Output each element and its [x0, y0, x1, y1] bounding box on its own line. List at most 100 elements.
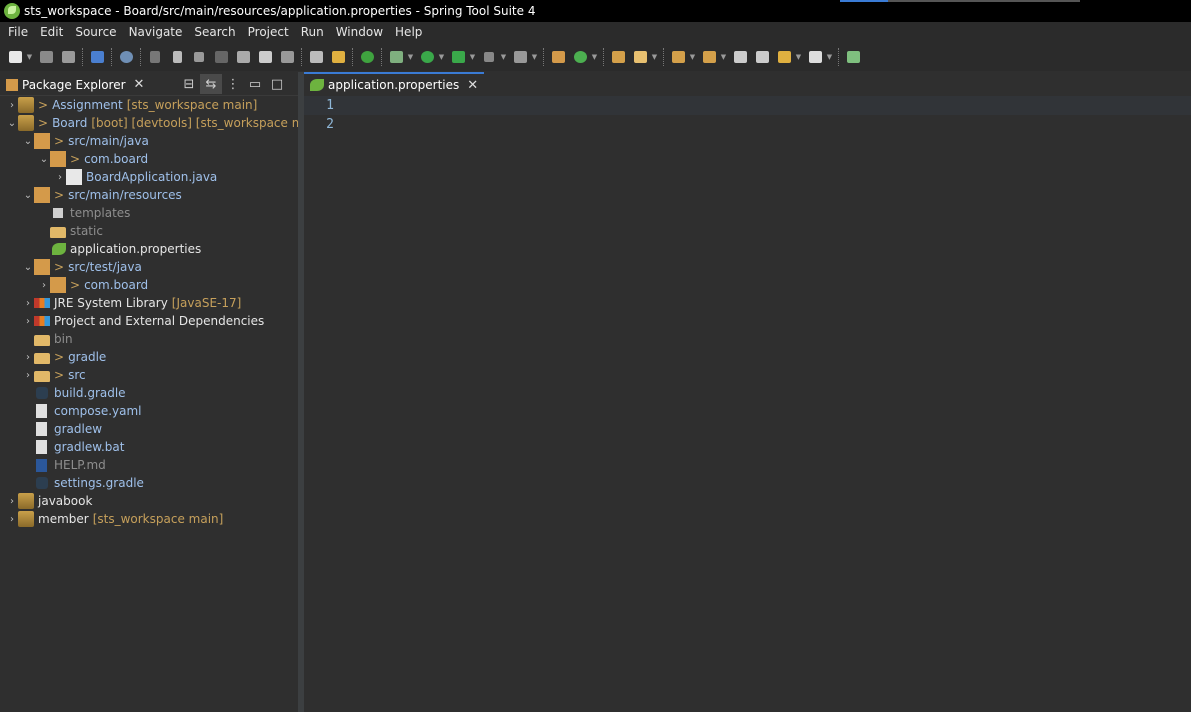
- menu-run[interactable]: Run: [295, 22, 330, 43]
- new-dropdown-arrow-icon[interactable]: ▼: [26, 48, 33, 66]
- last-edit-location-icon[interactable]: [731, 48, 749, 66]
- menu-search[interactable]: Search: [188, 22, 241, 43]
- use-step-filters-icon[interactable]: [329, 48, 347, 66]
- chevron-right-icon[interactable]: ›: [22, 348, 34, 366]
- debug-icon[interactable]: [387, 48, 405, 66]
- step-over-icon[interactable]: [256, 48, 274, 66]
- menu-project[interactable]: Project: [242, 22, 295, 43]
- coverage-icon[interactable]: [449, 48, 467, 66]
- chevron-right-icon[interactable]: ›: [6, 96, 18, 114]
- tree-item-javabook[interactable]: › javabook: [0, 492, 298, 510]
- tree-item-src-main-resources[interactable]: ⌄ > src/main/resources: [0, 186, 298, 204]
- chevron-right-icon[interactable]: ›: [38, 276, 50, 294]
- tab-package-explorer[interactable]: Package Explorer ✕: [0, 72, 150, 96]
- new-class-dropdown-arrow-icon[interactable]: ▼: [591, 48, 598, 66]
- debug-dropdown-arrow-icon[interactable]: ▼: [407, 48, 414, 66]
- tree-item-gradle[interactable]: › > gradle: [0, 348, 298, 366]
- tree-item-project-external-dependencies[interactable]: › Project and External Dependencies: [0, 312, 298, 330]
- stop-dropdown-arrow-icon[interactable]: ▼: [500, 48, 507, 66]
- chevron-down-icon[interactable]: ⌄: [22, 132, 34, 150]
- tree-item-application-properties[interactable]: application.properties: [0, 240, 298, 258]
- forward-edit-icon[interactable]: [753, 48, 771, 66]
- resume-icon[interactable]: [146, 48, 164, 66]
- chevron-right-icon[interactable]: ›: [6, 510, 18, 528]
- chevron-right-icon[interactable]: ›: [22, 366, 34, 384]
- menu-edit[interactable]: Edit: [34, 22, 69, 43]
- new-icon[interactable]: [6, 48, 24, 66]
- chevron-right-icon[interactable]: ›: [54, 168, 66, 186]
- chevron-down-icon[interactable]: ⌄: [6, 114, 18, 132]
- tree-item-gradlew-bat[interactable]: gradlew.bat: [0, 438, 298, 456]
- menu-file[interactable]: File: [2, 22, 34, 43]
- tree-item-assignment[interactable]: › > Assignment [sts_workspace main]: [0, 96, 298, 114]
- menu-window[interactable]: Window: [330, 22, 389, 43]
- run-icon[interactable]: [418, 48, 436, 66]
- suspend-icon[interactable]: [168, 48, 186, 66]
- tree-item-src-test-java[interactable]: ⌄ > src/test/java: [0, 258, 298, 276]
- chevron-down-icon[interactable]: ⌄: [22, 258, 34, 276]
- menu-navigate[interactable]: Navigate: [123, 22, 189, 43]
- step-return-icon[interactable]: [278, 48, 296, 66]
- step-into-icon[interactable]: [234, 48, 252, 66]
- disconnect-icon[interactable]: [212, 48, 230, 66]
- tree-item-boardapplication-java[interactable]: › BoardApplication.java: [0, 168, 298, 186]
- chevron-right-icon[interactable]: ›: [22, 312, 34, 330]
- chevron-right-icon[interactable]: ›: [22, 294, 34, 312]
- tree-item-compose-yaml[interactable]: compose.yaml: [0, 402, 298, 420]
- tree-item-templates[interactable]: templates: [0, 204, 298, 222]
- new-java-package-icon[interactable]: [549, 48, 567, 66]
- close-icon[interactable]: ✕: [134, 77, 145, 92]
- back-arrow-icon[interactable]: [775, 48, 793, 66]
- forward-arrow-icon[interactable]: [806, 48, 824, 66]
- text-editor[interactable]: 1 2: [304, 96, 1191, 134]
- tree-item-bin[interactable]: bin: [0, 330, 298, 348]
- tree-item-build-gradle[interactable]: build.gradle: [0, 384, 298, 402]
- minimize-icon[interactable]: ▭: [244, 74, 266, 94]
- chevron-down-icon[interactable]: ⌄: [38, 150, 50, 168]
- tree-item-board[interactable]: ⌄ > Board [boot] [devtools] [sts_workspa…: [0, 114, 326, 132]
- tree-item-help-md[interactable]: HELP.md: [0, 456, 298, 474]
- tree-item-com-board-test[interactable]: › > com.board: [0, 276, 298, 294]
- link-with-editor-icon[interactable]: ⇆: [200, 74, 222, 94]
- maximize-icon[interactable]: □: [266, 74, 288, 94]
- open-task-icon[interactable]: [631, 48, 649, 66]
- stop-icon[interactable]: [480, 48, 498, 66]
- menu-source[interactable]: Source: [69, 22, 122, 43]
- save-icon[interactable]: [37, 48, 55, 66]
- tree-item-jre-system-library[interactable]: › JRE System Library [JavaSE-17]: [0, 294, 298, 312]
- tree-item-com-board[interactable]: ⌄ > com.board: [0, 150, 298, 168]
- next-annotation-icon[interactable]: [669, 48, 687, 66]
- tree-item-src-main-java[interactable]: ⌄ > src/main/java: [0, 132, 298, 150]
- menu-help[interactable]: Help: [389, 22, 428, 43]
- coverage-dropdown-arrow-icon[interactable]: ▼: [469, 48, 476, 66]
- chevron-right-icon[interactable]: ›: [6, 492, 18, 510]
- view-menu-icon[interactable]: ⋮: [222, 74, 244, 94]
- save-all-icon[interactable]: [59, 48, 77, 66]
- tree-item-settings-gradle[interactable]: settings.gradle: [0, 474, 298, 492]
- tree-item-member[interactable]: › member [sts_workspace main]: [0, 510, 298, 528]
- external-tools-icon[interactable]: [511, 48, 529, 66]
- close-icon[interactable]: ✕: [467, 78, 478, 93]
- run-dropdown-arrow-icon[interactable]: ▼: [438, 48, 445, 66]
- back-dropdown-arrow-icon[interactable]: ▼: [795, 48, 802, 66]
- open-task-dropdown-arrow-icon[interactable]: ▼: [651, 48, 658, 66]
- open-perspective-icon[interactable]: [844, 48, 862, 66]
- chevron-down-icon[interactable]: ⌄: [22, 186, 34, 204]
- open-type-icon[interactable]: [609, 48, 627, 66]
- tree-item-src[interactable]: › > src: [0, 366, 298, 384]
- external-tools-dropdown-arrow-icon[interactable]: ▼: [531, 48, 538, 66]
- tree-item-gradlew[interactable]: gradlew: [0, 420, 298, 438]
- forward-dropdown-arrow-icon[interactable]: ▼: [826, 48, 833, 66]
- terminal-icon[interactable]: [88, 48, 106, 66]
- terminate-icon[interactable]: [190, 48, 208, 66]
- drop-to-frame-icon[interactable]: [307, 48, 325, 66]
- collapse-all-icon[interactable]: ⊟: [178, 74, 200, 94]
- skip-breakpoints-icon[interactable]: [117, 48, 135, 66]
- new-java-class-icon[interactable]: [571, 48, 589, 66]
- next-annotation-dropdown-arrow-icon[interactable]: ▼: [689, 48, 696, 66]
- tab-application-properties[interactable]: application.properties ✕: [304, 72, 485, 96]
- tree-item-static[interactable]: static: [0, 222, 298, 240]
- previous-annotation-icon[interactable]: [700, 48, 718, 66]
- boot-dashboard-icon[interactable]: [358, 48, 376, 66]
- previous-annotation-dropdown-arrow-icon[interactable]: ▼: [720, 48, 727, 66]
